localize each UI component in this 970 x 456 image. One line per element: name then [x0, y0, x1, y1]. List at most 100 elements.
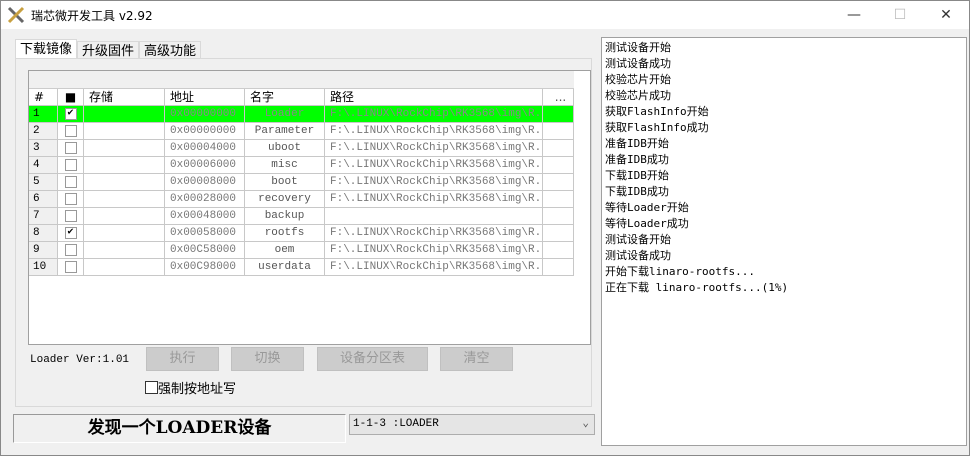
checkbox-empty[interactable]: [64, 176, 77, 188]
force-address-write-checkbox[interactable]: 强制按地址写: [145, 378, 236, 397]
checkbox-empty[interactable]: [64, 261, 77, 273]
row-name[interactable]: oem: [245, 242, 325, 259]
title-bar: 瑞芯微开发工具 v2.92 — ☐ ✕: [1, 1, 969, 29]
checkbox-empty[interactable]: [64, 244, 77, 256]
run-button[interactable]: 执行: [146, 347, 219, 371]
table-row[interactable]: 5 0x00008000 boot F:\.LINUX\RockChip\RK3…: [29, 174, 590, 191]
row-path[interactable]: F:\.LINUX\RockChip\RK3568\img\R...: [325, 157, 543, 174]
row-checkbox[interactable]: [58, 140, 84, 157]
col-select-all[interactable]: ■: [58, 89, 84, 106]
row-browse[interactable]: [543, 225, 574, 242]
row-path[interactable]: F:\.LINUX\RockChip\RK3568\img\R...: [325, 191, 543, 208]
row-address[interactable]: 0x00048000: [165, 208, 245, 225]
row-path[interactable]: F:\.LINUX\RockChip\RK3568\img\R...: [325, 106, 543, 123]
log-panel[interactable]: 测试设备开始 测试设备成功 校验芯片开始 校验芯片成功 获取FlashInfo开始 获取F…: [601, 37, 967, 446]
row-name[interactable]: backup: [245, 208, 325, 225]
row-path[interactable]: F:\.LINUX\RockChip\RK3568\img\R...: [325, 259, 543, 276]
table-header: # ■ 存储 地址 名字 路径 ...: [29, 89, 590, 106]
row-path[interactable]: F:\.LINUX\RockChip\RK3568\img\R...: [325, 225, 543, 242]
row-browse[interactable]: [543, 140, 574, 157]
table-row[interactable]: 2 0x00000000 Parameter F:\.LINUX\RockChi…: [29, 123, 590, 140]
row-name[interactable]: Loader: [245, 106, 325, 123]
checkbox-empty[interactable]: [64, 210, 77, 222]
row-checkbox[interactable]: ✔: [58, 225, 84, 242]
row-address[interactable]: 0x00004000: [165, 140, 245, 157]
maximize-button[interactable]: ☐: [877, 1, 923, 29]
row-name[interactable]: userdata: [245, 259, 325, 276]
row-browse[interactable]: [543, 174, 574, 191]
row-address[interactable]: 0x00008000: [165, 174, 245, 191]
checkbox-empty[interactable]: [64, 125, 77, 137]
checkbox-empty[interactable]: [64, 193, 77, 205]
switch-button[interactable]: 切换: [231, 347, 304, 371]
row-address[interactable]: 0x00C58000: [165, 242, 245, 259]
device-select[interactable]: 1-1-3 :LOADER ⌄: [349, 414, 595, 435]
table-row[interactable]: 4 0x00006000 misc F:\.LINUX\RockChip\RK3…: [29, 157, 590, 174]
row-path[interactable]: F:\.LINUX\RockChip\RK3568\img\R...: [325, 242, 543, 259]
row-name[interactable]: rootfs: [245, 225, 325, 242]
table-row[interactable]: 3 0x00004000 uboot F:\.LINUX\RockChip\RK…: [29, 140, 590, 157]
row-name[interactable]: Parameter: [245, 123, 325, 140]
row-name[interactable]: misc: [245, 157, 325, 174]
log-line: 准备IDB成功: [605, 153, 669, 166]
chevron-down-icon: ⌄: [582, 418, 589, 430]
row-browse[interactable]: [543, 208, 574, 225]
close-button[interactable]: ✕: [923, 1, 969, 29]
col-storage[interactable]: 存储: [84, 89, 165, 106]
row-address[interactable]: 0x00000000: [165, 123, 245, 140]
row-checkbox[interactable]: [58, 174, 84, 191]
row-address[interactable]: 0x00C98000: [165, 259, 245, 276]
table-row[interactable]: 7 0x00048000 backup: [29, 208, 590, 225]
row-browse[interactable]: [543, 106, 574, 123]
row-name[interactable]: recovery: [245, 191, 325, 208]
row-name[interactable]: uboot: [245, 140, 325, 157]
table-row[interactable]: 6 0x00028000 recovery F:\.LINUX\RockChip…: [29, 191, 590, 208]
row-path[interactable]: F:\.LINUX\RockChip\RK3568\img\R...: [325, 174, 543, 191]
minimize-button[interactable]: —: [831, 1, 877, 29]
row-path[interactable]: [325, 208, 543, 225]
row-address[interactable]: 0x00028000: [165, 191, 245, 208]
row-browse[interactable]: [543, 157, 574, 174]
row-path[interactable]: F:\.LINUX\RockChip\RK3568\img\R...: [325, 140, 543, 157]
col-path[interactable]: 路径: [325, 89, 543, 106]
table-row[interactable]: 1 ✔ 0x00000000 Loader F:\.LINUX\RockChip…: [29, 106, 590, 123]
log-line: 获取FlashInfo开始: [605, 105, 709, 118]
log-line: 测试设备开始: [605, 233, 671, 246]
row-checkbox[interactable]: ✔: [58, 106, 84, 123]
row-storage: [84, 123, 165, 140]
log-line: 下载IDB开始: [605, 169, 669, 182]
partition-table[interactable]: # ■ 存储 地址 名字 路径 ... 1 ✔ 0x00000000 Loade…: [28, 70, 591, 345]
row-browse[interactable]: [543, 191, 574, 208]
col-address[interactable]: 地址: [165, 89, 245, 106]
checkbox-empty[interactable]: [64, 159, 77, 171]
check-icon[interactable]: ✔: [64, 227, 77, 239]
check-icon[interactable]: ✔: [64, 108, 77, 120]
row-browse[interactable]: [543, 259, 574, 276]
row-checkbox[interactable]: [58, 208, 84, 225]
log-line: 准备IDB开始: [605, 137, 669, 150]
col-index[interactable]: #: [29, 89, 58, 106]
row-browse[interactable]: [543, 242, 574, 259]
row-checkbox[interactable]: [58, 123, 84, 140]
clear-button[interactable]: 清空: [440, 347, 513, 371]
row-checkbox[interactable]: [58, 191, 84, 208]
checkbox-empty[interactable]: [64, 142, 77, 154]
row-path[interactable]: F:\.LINUX\RockChip\RK3568\img\R...: [325, 123, 543, 140]
row-checkbox[interactable]: [58, 157, 84, 174]
partition-table-button[interactable]: 设备分区表: [317, 347, 428, 371]
log-line: 下载IDB成功: [605, 185, 669, 198]
col-name[interactable]: 名字: [245, 89, 325, 106]
row-address[interactable]: 0x00000000: [165, 106, 245, 123]
table-row[interactable]: 8 ✔ 0x00058000 rootfs F:\.LINUX\RockChip…: [29, 225, 590, 242]
row-address[interactable]: 0x00006000: [165, 157, 245, 174]
row-checkbox[interactable]: [58, 259, 84, 276]
row-checkbox[interactable]: [58, 242, 84, 259]
checkbox-box[interactable]: [145, 381, 158, 394]
table-row[interactable]: 10 0x00C98000 userdata F:\.LINUX\RockChi…: [29, 259, 590, 276]
log-line: 校验芯片开始: [605, 73, 671, 86]
row-address[interactable]: 0x00058000: [165, 225, 245, 242]
row-name[interactable]: boot: [245, 174, 325, 191]
col-more[interactable]: ...: [543, 89, 574, 106]
row-browse[interactable]: [543, 123, 574, 140]
table-row[interactable]: 9 0x00C58000 oem F:\.LINUX\RockChip\RK35…: [29, 242, 590, 259]
